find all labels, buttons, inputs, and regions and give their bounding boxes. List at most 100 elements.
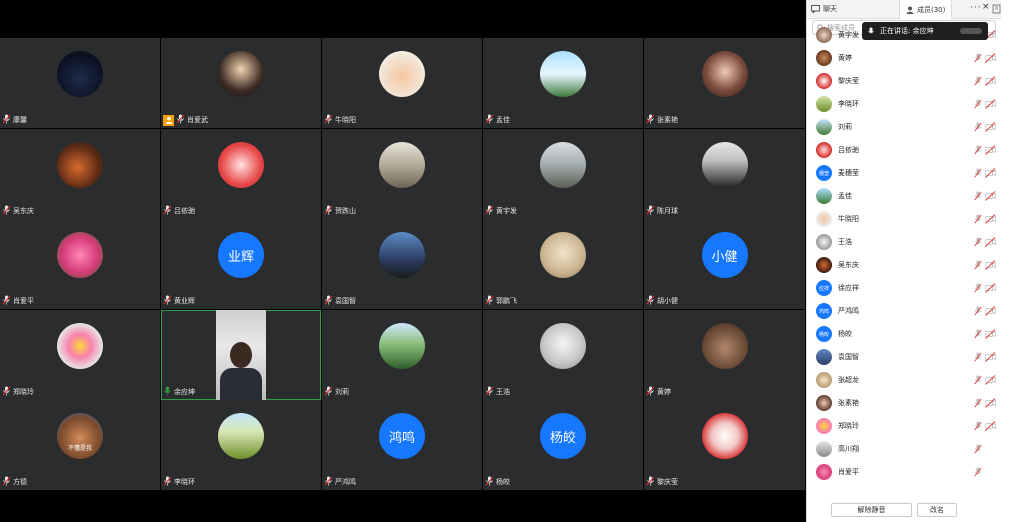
member-row[interactable]: 王浩: [807, 231, 1001, 254]
participant-tile[interactable]: 张素艳: [644, 38, 805, 128]
participant-tile[interactable]: 郭鹏飞: [483, 219, 643, 309]
participant-tile[interactable]: 陈月球: [644, 128, 805, 219]
participant-tile[interactable]: 肖爱武: [161, 38, 321, 128]
participant-tile[interactable]: 吴东庆: [0, 128, 160, 219]
camera-off-icon[interactable]: [985, 191, 996, 201]
microphone-muted-icon[interactable]: [974, 467, 982, 477]
member-row[interactable]: 黄婷: [807, 47, 1001, 70]
participant-name: 余应坤: [174, 387, 195, 396]
participant-tile[interactable]: 康馨: [0, 38, 160, 128]
participant-tile[interactable]: 黄婷: [644, 309, 805, 400]
participant-tile[interactable]: 鸿鸣 严鸿鸣: [322, 400, 482, 490]
camera-off-icon[interactable]: [985, 237, 996, 247]
participant-tile[interactable]: 小健 胡小健: [644, 219, 805, 309]
camera-off-icon[interactable]: [985, 76, 996, 86]
camera-off-icon[interactable]: [985, 168, 996, 178]
member-row[interactable]: 刘莉: [807, 116, 1001, 139]
participant-avatar: [701, 322, 748, 369]
participant-name-label: 吴东庆: [2, 205, 34, 217]
microphone-muted-icon[interactable]: [974, 421, 982, 431]
participant-tile[interactable]: 刘莉: [322, 309, 482, 400]
member-row[interactable]: 黎庆莹: [807, 70, 1001, 93]
member-row[interactable]: 穗莹 麦穗莹: [807, 162, 1001, 185]
microphone-muted-icon[interactable]: [974, 352, 982, 362]
camera-off-icon[interactable]: [985, 421, 996, 431]
participant-tile[interactable]: 郑晓玲: [0, 309, 160, 400]
participant-tile[interactable]: 余应坤: [161, 309, 321, 400]
microphone-muted-icon[interactable]: [974, 214, 982, 224]
microphone-muted-icon[interactable]: [974, 99, 982, 109]
microphone-muted-icon[interactable]: [974, 76, 982, 86]
participant-tile[interactable]: 吕依驰: [161, 128, 321, 219]
pop-out-icon[interactable]: [992, 3, 1001, 15]
member-row[interactable]: 袁国智: [807, 346, 1001, 369]
speaking-tooltip-text: 正在讲话: 余应坤: [880, 27, 934, 35]
member-row[interactable]: 鸿鸣 严鸿鸣: [807, 300, 1001, 323]
participant-name-label: 吕依驰: [163, 205, 195, 217]
member-row[interactable]: 吕依驰: [807, 139, 1001, 162]
microphone-muted-icon[interactable]: [974, 329, 982, 339]
tab-members[interactable]: 成员(30): [899, 0, 953, 19]
microphone-muted-icon[interactable]: [974, 375, 982, 385]
unmute-all-button[interactable]: 解除静音: [831, 503, 912, 517]
participant-tile[interactable]: 贺跌山: [322, 128, 482, 219]
member-row[interactable]: 杨皎 杨皎: [807, 323, 1001, 346]
microphone-muted-icon[interactable]: [974, 191, 982, 201]
microphone-muted-icon[interactable]: [974, 145, 982, 155]
member-row[interactable]: 郑晓玲: [807, 415, 1001, 438]
tab-chat[interactable]: 聊天: [811, 0, 837, 18]
member-row[interactable]: 李晓环: [807, 93, 1001, 116]
more-options-icon[interactable]: ···: [970, 3, 982, 13]
rename-button[interactable]: 改名: [917, 503, 957, 517]
member-row[interactable]: 张超龙: [807, 369, 1001, 392]
microphone-muted-icon[interactable]: [974, 53, 982, 63]
member-row[interactable]: 牛晓阳: [807, 208, 1001, 231]
member-row[interactable]: 吴东庆: [807, 254, 1001, 277]
camera-off-icon[interactable]: [985, 398, 996, 408]
members-panel: 聊天 成员(30) ··· × 搜索成员 黄宇发 黄婷 黎庆莹 李晓环 刘莉 吕依驰 穗莹麦…: [806, 0, 1001, 522]
participant-name-label: 肖爱平: [2, 295, 34, 307]
microphone-muted-icon[interactable]: [974, 398, 982, 408]
participant-name: 郭鹏飞: [496, 297, 517, 305]
camera-off-icon[interactable]: [985, 122, 996, 132]
camera-off-icon[interactable]: [985, 214, 996, 224]
member-row[interactable]: 张素艳: [807, 392, 1001, 415]
microphone-muted-icon: [163, 295, 172, 307]
microphone-muted-icon[interactable]: [974, 237, 982, 247]
microphone-muted-icon[interactable]: [974, 306, 982, 316]
participant-tile[interactable]: 李晓环: [161, 400, 321, 490]
member-row[interactable]: 高川翔: [807, 438, 1001, 461]
camera-off-icon[interactable]: [985, 53, 996, 63]
participant-name-label: 杨皎: [485, 476, 510, 488]
camera-off-icon[interactable]: [985, 99, 996, 109]
microphone-muted-icon: [646, 476, 655, 488]
camera-off-icon[interactable]: [985, 145, 996, 155]
member-row[interactable]: 应祥 徐应祥: [807, 277, 1001, 300]
camera-off-icon[interactable]: [985, 260, 996, 270]
microphone-muted-icon[interactable]: [974, 260, 982, 270]
camera-off-icon[interactable]: [985, 352, 996, 362]
participant-name-label: 胡小健: [646, 295, 678, 307]
participant-tile[interactable]: 黄宇发: [483, 128, 643, 219]
member-row[interactable]: 孟佳: [807, 185, 1001, 208]
participant-tile[interactable]: 牛晓阳: [322, 38, 482, 128]
participant-tile[interactable]: 袁国智: [322, 219, 482, 309]
microphone-muted-icon[interactable]: [974, 444, 982, 454]
participant-tile[interactable]: 业辉 黄业辉: [161, 219, 321, 309]
participant-avatar: [379, 322, 425, 369]
participant-tile[interactable]: 肖爱平: [0, 219, 160, 309]
microphone-muted-icon[interactable]: [974, 283, 982, 293]
camera-off-icon[interactable]: [985, 306, 996, 316]
microphone-muted-icon[interactable]: [974, 122, 982, 132]
participant-tile[interactable]: 黎庆莹: [644, 400, 805, 490]
member-row[interactable]: 肖爱平: [807, 461, 1001, 484]
participant-tile[interactable]: 不懂是我 方德: [0, 400, 160, 490]
camera-off-icon[interactable]: [985, 375, 996, 385]
microphone-muted-icon[interactable]: [974, 168, 982, 178]
participant-tile[interactable]: 孟佳: [483, 38, 643, 128]
participant-tile[interactable]: 王浩: [483, 309, 643, 400]
camera-off-icon[interactable]: [985, 283, 996, 293]
participant-tile[interactable]: 杨皎 杨皎: [483, 400, 643, 490]
camera-off-icon[interactable]: [985, 329, 996, 339]
close-panel-icon[interactable]: ×: [982, 2, 990, 12]
